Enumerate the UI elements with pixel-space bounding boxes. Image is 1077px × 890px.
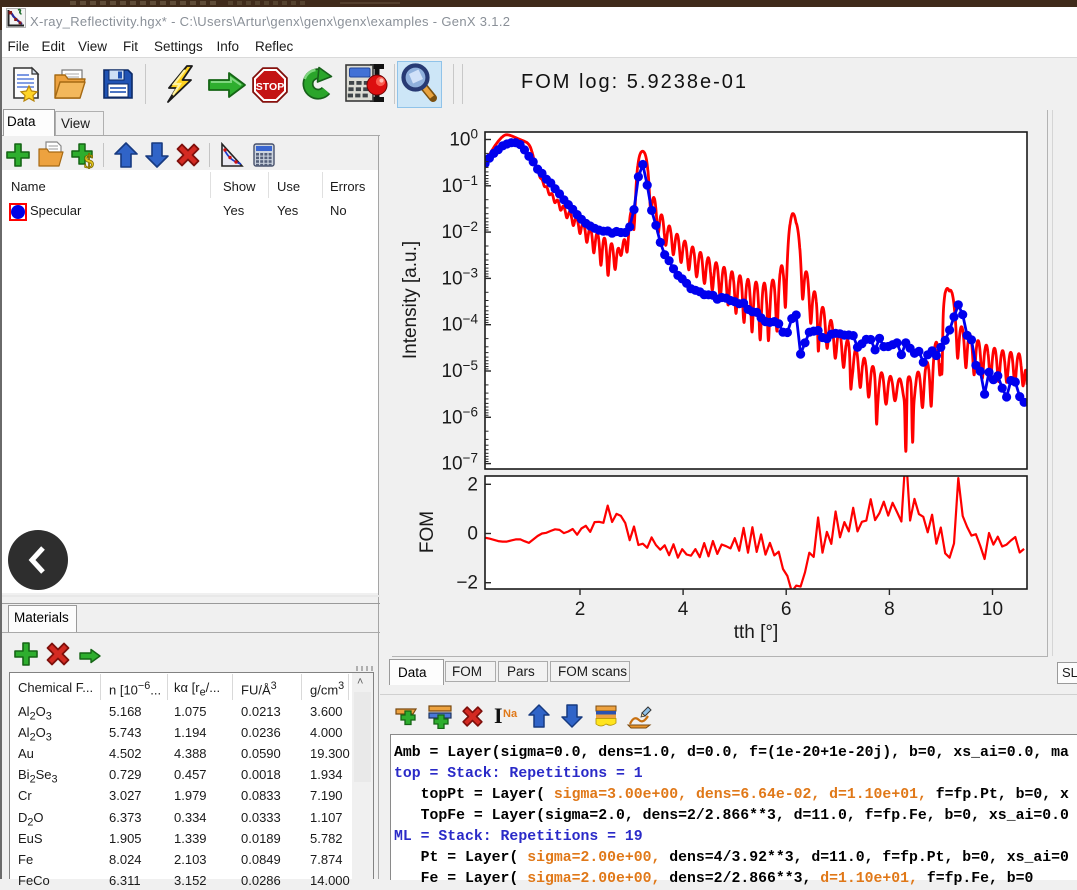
svg-text:10−2: 10−2 [441, 219, 478, 243]
svg-text:I: I [494, 703, 503, 728]
svg-text:10−6: 10−6 [441, 404, 478, 428]
svg-text:10−3: 10−3 [441, 265, 478, 289]
svg-text:$: $ [84, 151, 94, 169]
svg-text:100: 100 [449, 127, 478, 151]
svg-text:2: 2 [575, 599, 586, 620]
svg-text:10−7: 10−7 [441, 451, 478, 475]
svg-text:10−5: 10−5 [441, 358, 478, 382]
svg-text:−2: −2 [456, 573, 478, 594]
svg-text:8: 8 [884, 599, 895, 620]
svg-text:0: 0 [467, 524, 478, 545]
svg-text:Intensity [a.u.]: Intensity [a.u.] [400, 241, 421, 359]
svg-text:6: 6 [781, 599, 792, 620]
svg-text:10−4: 10−4 [441, 312, 478, 336]
svg-text:STOP: STOP [256, 81, 284, 93]
svg-text:4: 4 [678, 599, 689, 620]
svg-text:tth [°]: tth [°] [734, 622, 779, 643]
svg-text:Na: Na [503, 708, 518, 720]
svg-text:10−1: 10−1 [441, 173, 478, 197]
svg-text:FOM: FOM [417, 511, 438, 553]
svg-text:10: 10 [982, 599, 1003, 620]
svg-text:2: 2 [467, 474, 478, 495]
